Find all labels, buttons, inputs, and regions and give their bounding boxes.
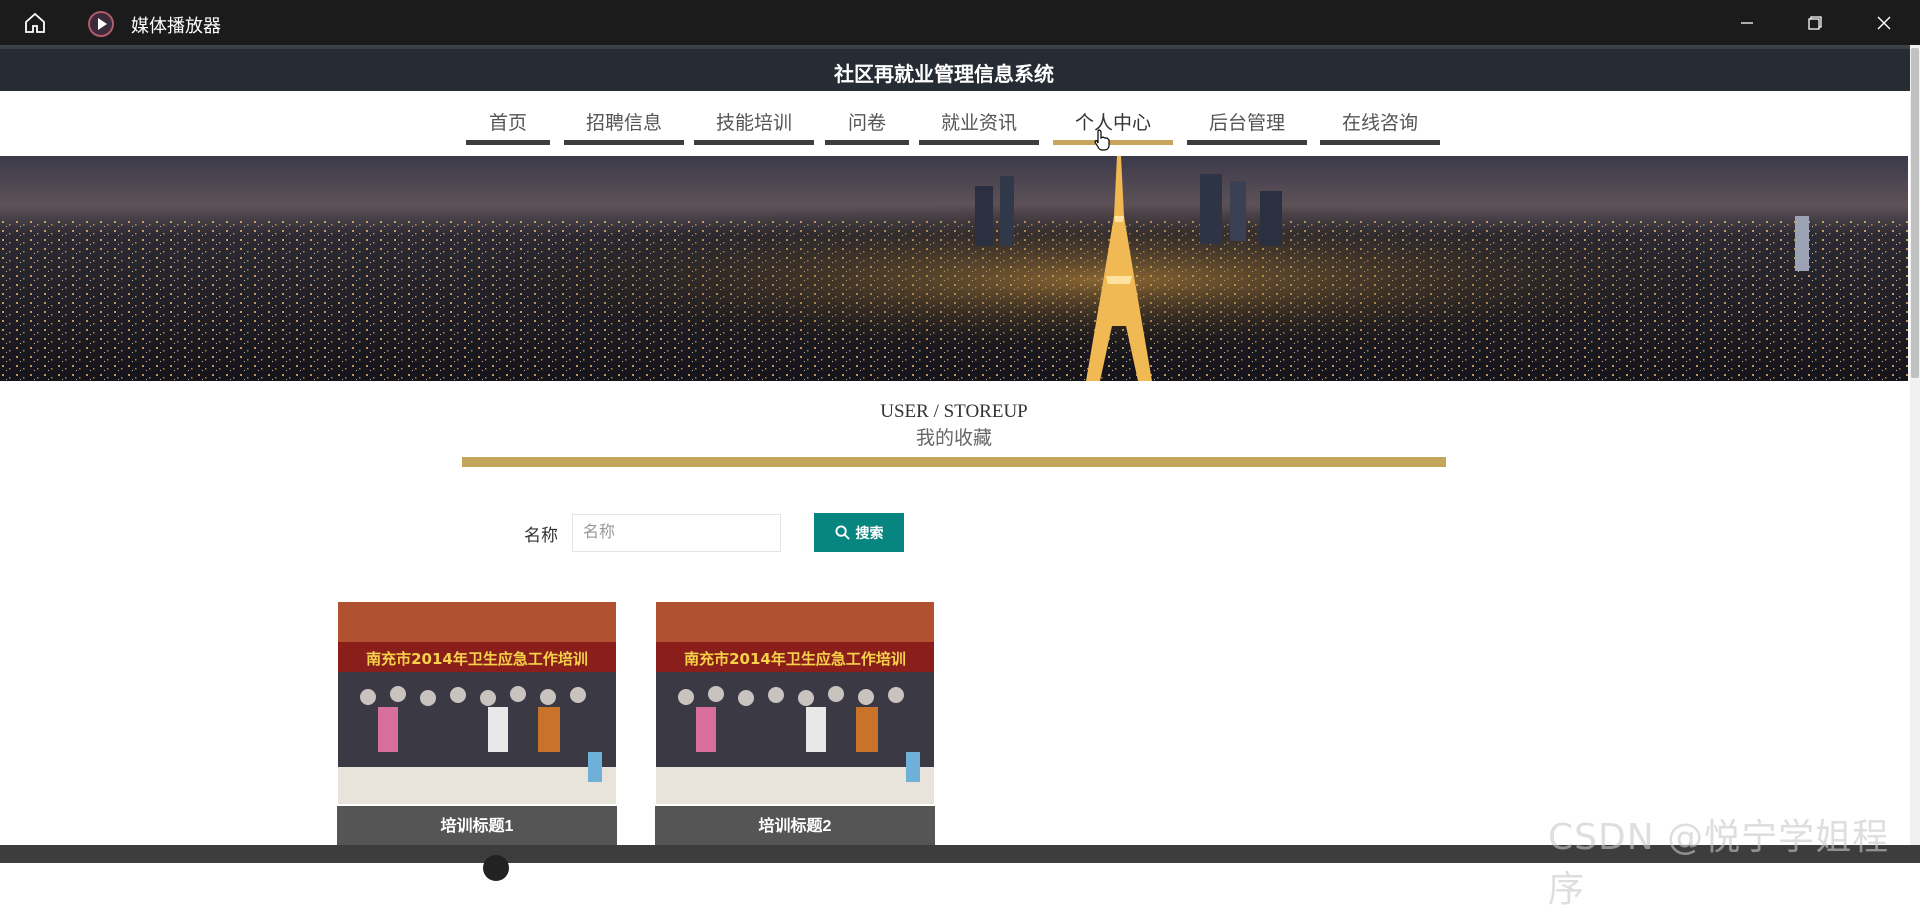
window-titlebar: 媒体播放器 — [0, 0, 1920, 45]
search-input[interactable] — [572, 514, 781, 552]
minimize-icon[interactable] — [1729, 8, 1765, 38]
site-title: 社区再就业管理信息系统 — [834, 64, 1054, 86]
nav-underline — [1320, 140, 1440, 145]
nav-underline — [466, 140, 550, 145]
card-image: 南充市2014年卫生应急工作培训 — [338, 602, 616, 804]
nav-item-jobs[interactable]: 招聘信息 — [564, 108, 684, 145]
hand-cursor-icon — [1094, 129, 1110, 151]
nav-underline — [825, 140, 909, 145]
search-button[interactable]: 搜索 — [814, 513, 904, 552]
site-header: 社区再就业管理信息系统 — [0, 45, 1910, 91]
card-caption: 培训标题2 — [655, 806, 935, 847]
nav-item-label: 在线咨询 — [1341, 113, 1418, 134]
nav-item-home[interactable]: 首页 — [466, 108, 550, 145]
watermark: CSDN @悦宁学姐程序 — [1548, 817, 1890, 910]
nav-item-label: 后台管理 — [1208, 113, 1285, 134]
section-title-zh: 我的收藏 — [915, 428, 992, 449]
nav-item-label: 招聘信息 — [585, 113, 662, 134]
section-divider — [462, 457, 1446, 467]
seek-knob[interactable] — [483, 855, 509, 881]
search-button-label: 搜索 — [855, 524, 884, 541]
nav-underline — [1187, 140, 1307, 145]
section-title-en: USER / STOREUP — [880, 401, 1028, 422]
main-nav: 首页 招聘信息 技能培训 问卷 就业资讯 个人中心 后台管理 在线咨询 — [0, 91, 1910, 156]
nav-underline — [694, 140, 814, 145]
nav-underline-active — [1053, 140, 1173, 145]
search-label: 名称 — [524, 526, 558, 545]
search-icon — [834, 525, 850, 540]
close-icon[interactable] — [1866, 8, 1902, 38]
vertical-scrollbar[interactable] — [1910, 45, 1920, 845]
banner-image — [0, 156, 1908, 381]
scrollbar-thumb[interactable] — [1911, 48, 1919, 378]
favorite-card[interactable]: 南充市2014年卫生应急工作培训 培训标题2 — [655, 602, 935, 847]
card-image: 南充市2014年卫生应急工作培训 — [656, 602, 934, 804]
nav-item-label: 问卷 — [847, 113, 886, 134]
card-caption: 培训标题1 — [337, 806, 617, 847]
nav-item-label: 技能培训 — [715, 113, 792, 134]
nav-item-admin[interactable]: 后台管理 — [1187, 108, 1307, 145]
nav-item-survey[interactable]: 问卷 — [825, 108, 909, 145]
restore-icon[interactable] — [1797, 8, 1833, 38]
nav-item-label: 首页 — [488, 113, 527, 134]
home-icon[interactable] — [20, 10, 50, 36]
nav-item-news[interactable]: 就业资讯 — [919, 108, 1039, 145]
media-player-logo-icon — [88, 11, 114, 37]
card-image-banner-text: 南充市2014年卫生应急工作培训 — [366, 650, 588, 668]
favorite-card[interactable]: 南充市2014年卫生应急工作培训 培训标题1 — [337, 602, 617, 847]
nav-item-online-consult[interactable]: 在线咨询 — [1320, 108, 1440, 145]
window-title: 媒体播放器 — [131, 16, 221, 36]
card-image-banner-text: 南充市2014年卫生应急工作培训 — [684, 650, 906, 668]
nav-item-label: 个人中心 — [1074, 113, 1151, 134]
nav-item-label: 就业资讯 — [940, 113, 1017, 134]
nav-underline — [564, 140, 684, 145]
nav-item-personal-center[interactable]: 个人中心 — [1053, 108, 1173, 145]
nav-underline — [919, 140, 1039, 145]
nav-item-training[interactable]: 技能培训 — [694, 108, 814, 145]
